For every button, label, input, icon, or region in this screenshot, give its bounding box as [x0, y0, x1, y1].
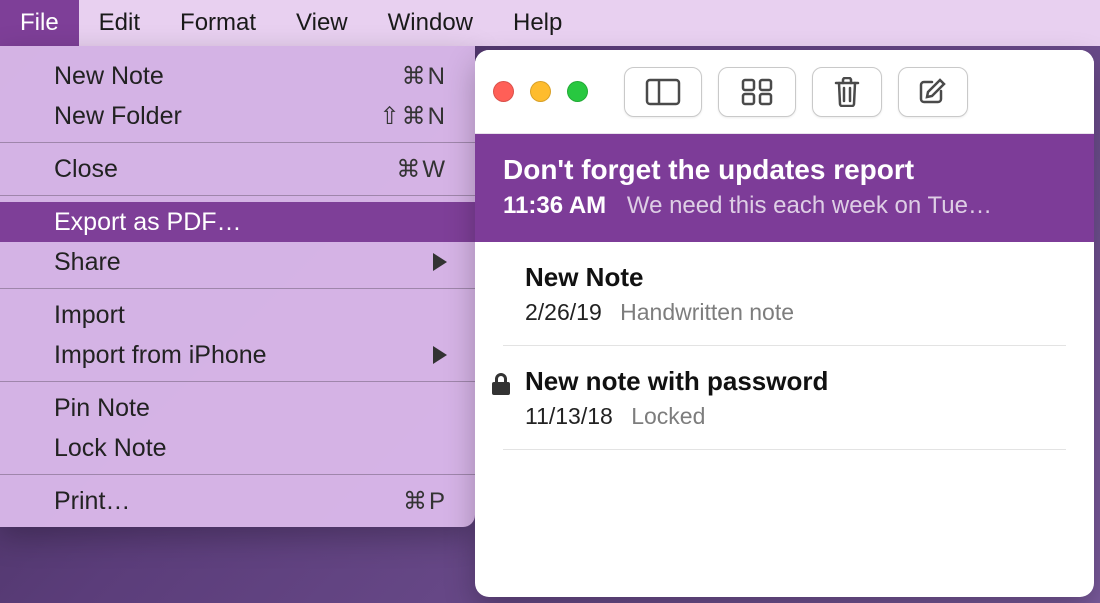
minimize-window-button[interactable]: [530, 81, 551, 102]
menu-item-label: New Folder: [54, 102, 380, 131]
menu-item-export-as-pdf[interactable]: Export as PDF…: [0, 202, 475, 242]
menu-item-import[interactable]: Import: [0, 295, 475, 335]
menu-separator: [0, 288, 475, 289]
menubar-item-view[interactable]: View: [276, 0, 368, 46]
notes-list-item[interactable]: New note with password 11/13/18 Locked: [475, 346, 1094, 450]
notes-list-item[interactable]: New Note 2/26/19 Handwritten note: [475, 242, 1094, 346]
menu-item-label: New Note: [54, 62, 402, 91]
note-preview: We need this each week on Tue…: [627, 192, 992, 219]
notes-list-item-selected[interactable]: Don't forget the updates report 11:36 AM…: [475, 134, 1094, 242]
menubar-item-window[interactable]: Window: [368, 0, 493, 46]
menu-item-lock-note[interactable]: Lock Note: [0, 428, 475, 468]
menu-item-shortcut: ⌘P: [403, 487, 447, 516]
menu-separator: [0, 381, 475, 382]
delete-note-button[interactable]: [812, 67, 882, 117]
notes-window: Don't forget the updates report 11:36 AM…: [475, 50, 1094, 597]
zoom-window-button[interactable]: [567, 81, 588, 102]
menu-item-label: Import: [54, 301, 447, 330]
menubar: File Edit Format View Window Help: [0, 0, 1100, 46]
menu-item-new-folder[interactable]: New Folder ⇧⌘N: [0, 96, 475, 136]
close-window-button[interactable]: [493, 81, 514, 102]
menu-item-print[interactable]: Print… ⌘P: [0, 481, 475, 521]
menu-item-label: Export as PDF…: [54, 208, 447, 237]
menu-item-share[interactable]: Share: [0, 242, 475, 282]
compose-icon: [918, 77, 948, 107]
menubar-item-file[interactable]: File: [0, 0, 79, 46]
note-title: New Note: [525, 262, 1066, 293]
menu-separator: [0, 195, 475, 196]
menu-item-label: Print…: [54, 487, 403, 516]
note-subtitle: 2/26/19 Handwritten note: [525, 299, 1066, 326]
menu-item-label: Share: [54, 248, 423, 277]
menu-separator: [0, 474, 475, 475]
grid-view-button[interactable]: [718, 67, 796, 117]
traffic-lights: [493, 81, 608, 102]
chevron-right-icon: [433, 253, 447, 271]
note-subtitle: 11/13/18 Locked: [525, 403, 1066, 430]
sidebar-icon: [645, 78, 681, 106]
note-preview: Handwritten note: [620, 299, 794, 325]
note-time: 11:36 AM: [503, 192, 606, 219]
note-subtitle: 11:36 AM We need this each week on Tue…: [503, 192, 1066, 220]
lock-icon: [491, 372, 511, 396]
compose-note-button[interactable]: [898, 67, 968, 117]
grid-icon: [741, 78, 773, 106]
menubar-item-help[interactable]: Help: [493, 0, 582, 46]
sidebar-toggle-button[interactable]: [624, 67, 702, 117]
menu-item-close[interactable]: Close ⌘W: [0, 149, 475, 189]
menu-item-pin-note[interactable]: Pin Note: [0, 388, 475, 428]
note-title: New note with password: [525, 366, 1066, 397]
menubar-item-format[interactable]: Format: [160, 0, 276, 46]
menu-item-shortcut: ⇧⌘N: [380, 102, 447, 131]
menu-item-label: Pin Note: [54, 394, 447, 423]
note-time: 11/13/18: [525, 403, 613, 429]
menu-item-import-from-iphone[interactable]: Import from iPhone: [0, 335, 475, 375]
menu-item-label: Lock Note: [54, 434, 447, 463]
menu-item-label: Import from iPhone: [54, 341, 423, 370]
trash-icon: [834, 77, 860, 107]
file-menu: New Note ⌘N New Folder ⇧⌘N Close ⌘W Expo…: [0, 46, 475, 527]
menu-separator: [0, 142, 475, 143]
chevron-right-icon: [433, 346, 447, 364]
menu-item-shortcut: ⌘N: [402, 62, 447, 91]
window-titlebar: [475, 50, 1094, 134]
note-title: Don't forget the updates report: [503, 154, 1066, 186]
menu-item-new-note[interactable]: New Note ⌘N: [0, 56, 475, 96]
note-time: 2/26/19: [525, 299, 602, 325]
note-preview: Locked: [631, 403, 705, 429]
menubar-item-edit[interactable]: Edit: [79, 0, 160, 46]
menu-item-shortcut: ⌘W: [396, 155, 447, 184]
menu-item-label: Close: [54, 155, 396, 184]
